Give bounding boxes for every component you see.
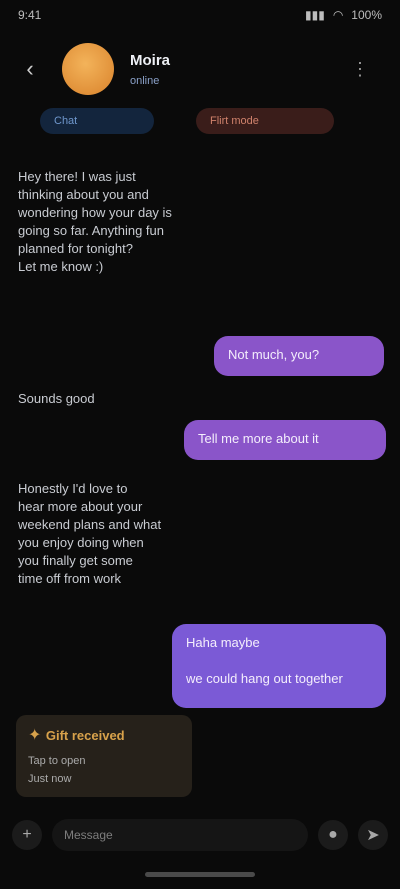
attachment-title: Gift received xyxy=(45,728,125,743)
message-line: Hey there! I was just xyxy=(18,169,136,184)
message-line: Haha maybe xyxy=(186,635,260,650)
status-indicators: ▮▮▮ ◠ 100% xyxy=(305,8,382,22)
signal-icon: ▮▮▮ xyxy=(305,8,325,22)
message-text: Tell me more about it xyxy=(198,431,319,446)
incoming-message-2: Sounds good xyxy=(18,390,138,408)
outgoing-message-1[interactable]: Not much, you? xyxy=(214,336,384,376)
message-input-placeholder: Message xyxy=(64,828,113,842)
mode-chips: Chat Flirt mode xyxy=(0,108,400,142)
message-line: you enjoy doing when xyxy=(18,535,144,550)
message-line: time off from work xyxy=(18,571,122,586)
message-line: Honestly I'd love to xyxy=(18,481,128,496)
attachment-subtitle: Tap to open xyxy=(28,755,86,767)
message-line: going so far. Anything fun xyxy=(18,223,164,238)
status-bar: 9:41 ▮▮▮ ◠ 100% xyxy=(0,0,400,30)
message-input[interactable]: Message xyxy=(52,819,308,851)
chip-flirt[interactable]: Flirt mode xyxy=(196,108,334,134)
wifi-icon: ◠ xyxy=(332,8,344,22)
contact-status: online xyxy=(130,74,160,87)
chip-flirt-label: Flirt mode xyxy=(210,115,259,127)
outgoing-message-3[interactable]: Haha maybe we could hang out together xyxy=(172,624,386,708)
gift-attachment-card[interactable]: ✦ Gift received Tap to open Just now xyxy=(16,715,192,797)
chip-chat-label: Chat xyxy=(54,115,78,127)
back-arrow-icon[interactable]: ‹ xyxy=(16,55,44,83)
home-indicator[interactable] xyxy=(145,872,255,877)
message-line: Let me know :) xyxy=(18,259,104,274)
incoming-message-1: Hey there! I was just thinking about you… xyxy=(18,168,308,276)
composer-bar: + Message ● ➤ xyxy=(0,815,400,855)
chip-chat[interactable]: Chat xyxy=(40,108,154,134)
contact-name: Moira xyxy=(130,51,171,69)
more-icon[interactable]: ⋮ xyxy=(344,53,376,85)
message-line: you finally get some xyxy=(18,553,133,568)
message-text: Sounds good xyxy=(18,391,95,406)
message-line: weekend plans and what xyxy=(18,517,162,532)
message-list[interactable]: Hey there! I was just thinking about you… xyxy=(0,150,400,810)
message-line: hear more about your xyxy=(18,499,143,514)
battery-level: 100% xyxy=(351,8,382,22)
gift-icon: ✦ xyxy=(28,727,46,744)
incoming-message-3: Honestly I'd love to hear more about you… xyxy=(18,480,218,588)
outgoing-message-2[interactable]: Tell me more about it xyxy=(184,420,386,460)
add-icon[interactable]: + xyxy=(12,820,42,850)
send-icon[interactable]: ➤ xyxy=(358,820,388,850)
contact-title-block[interactable]: Moira online xyxy=(130,52,170,87)
status-time: 9:41 xyxy=(18,8,42,22)
message-line: we could hang out together xyxy=(186,671,343,686)
message-text: Not much, you? xyxy=(228,347,320,362)
message-line: thinking about you and xyxy=(18,187,149,202)
mic-icon[interactable]: ● xyxy=(318,820,348,850)
chat-header: ‹ Moira online ⋮ xyxy=(0,34,400,104)
message-line: wondering how your day is xyxy=(18,205,172,220)
avatar[interactable] xyxy=(62,43,114,95)
attachment-time: Just now xyxy=(28,773,72,785)
message-line: planned for tonight? xyxy=(18,241,133,256)
